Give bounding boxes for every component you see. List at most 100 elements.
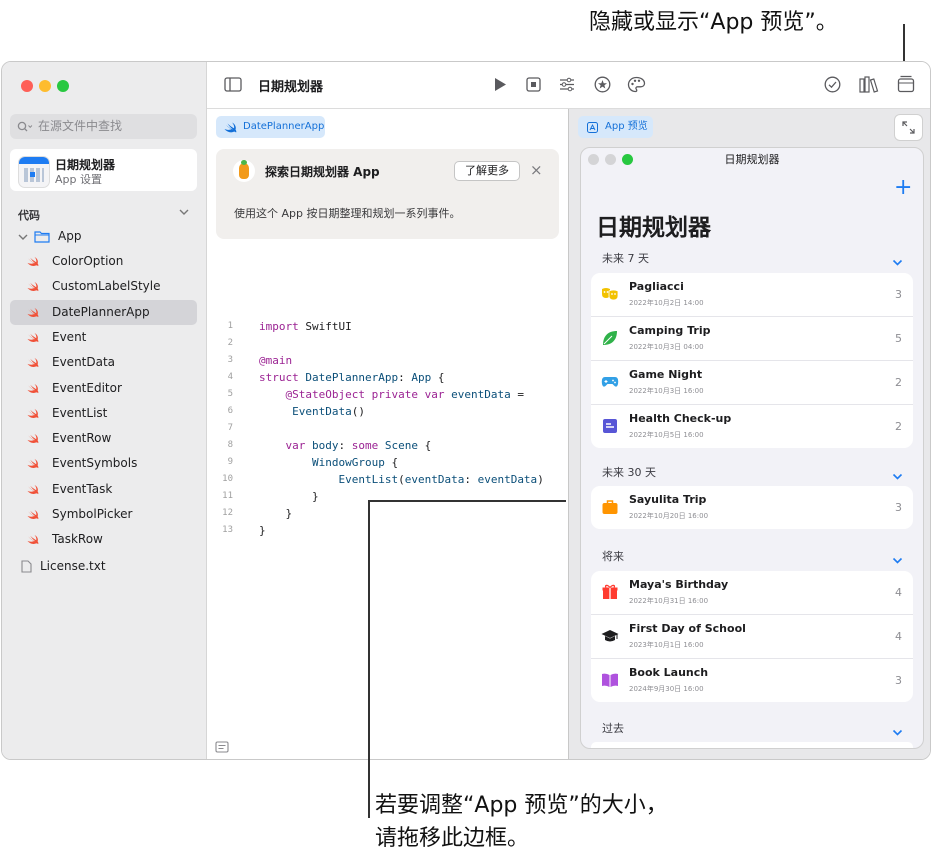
- swift-icon: [224, 122, 237, 133]
- chevron-down-icon: [892, 557, 903, 564]
- file-row-eventrow[interactable]: EventRow: [10, 426, 197, 451]
- swift-file-icon: [27, 282, 39, 292]
- file-row-eventlist[interactable]: EventList: [10, 401, 197, 426]
- event-row[interactable]: Book Launch 2024年9月30日 16:00 3: [591, 658, 913, 702]
- file-row-license[interactable]: License.txt: [10, 554, 197, 579]
- event-row[interactable]: Health Check-up 2022年10月5日 16:00 2: [591, 404, 913, 448]
- folder-icon: [34, 231, 50, 243]
- event-title: Maya's Birthday: [629, 578, 729, 591]
- preview-heading: 日期规划器: [596, 215, 711, 241]
- toggle-app-preview-icon[interactable]: [897, 75, 915, 93]
- event-date: 2022年10月3日 04:00: [629, 343, 704, 351]
- section-label-code: 代码: [18, 209, 40, 222]
- event-row[interactable]: Maya's Birthday 2022年10月31日 16:00 4: [591, 571, 913, 614]
- preview-tab-label: App 预览: [605, 121, 648, 132]
- close-banner-icon[interactable]: ×: [530, 161, 543, 179]
- window-close-button[interactable]: [21, 80, 33, 92]
- file-row-eventtask[interactable]: EventTask: [10, 477, 197, 502]
- callout-resize-line2: 请拖移此边框。: [375, 826, 530, 851]
- event-date: 2022年10月5日 16:00: [629, 431, 704, 439]
- file-row-eventdata[interactable]: EventData: [10, 350, 197, 375]
- file-row-symbolpicker[interactable]: SymbolPicker: [10, 502, 197, 527]
- line-number: 10: [222, 474, 233, 484]
- event-row[interactable]: Pagliacci 2022年10月2日 14:00 3: [591, 273, 913, 316]
- stop-icon[interactable]: [526, 77, 541, 92]
- line-number: 11: [222, 491, 233, 501]
- play-icon[interactable]: [493, 77, 507, 92]
- event-title: Health Check-up: [629, 412, 732, 425]
- file-label: CustomLabelStyle: [52, 279, 161, 294]
- event-group: Maya's Birthday 2022年10月31日 16:00 4 First D…: [591, 571, 913, 702]
- event-title: Sayulita Trip: [629, 493, 707, 506]
- window-zoom-button[interactable]: [57, 80, 69, 92]
- event-row[interactable]: Camping Trip 2022年10月3日 04:00 5: [591, 316, 913, 360]
- expand-preview-button[interactable]: [894, 114, 923, 141]
- event-row[interactable]: First Day of School 2023年10月1日 16:00 4: [591, 614, 913, 658]
- event-date: 2022年10月3日 16:00: [629, 387, 704, 395]
- chevron-down-icon: [892, 729, 903, 736]
- event-row[interactable]: Game Night 2022年10月3日 16:00 2: [591, 360, 913, 404]
- toolbar-title: 日期规划器: [258, 80, 324, 95]
- line-number: 9: [227, 457, 233, 467]
- chevron-down-icon[interactable]: [179, 208, 189, 216]
- window-minimize-button[interactable]: [39, 80, 51, 92]
- app-preview-pane: App 预览 日期规划器 + 日期规划器 未来 7 天 Pagliacci 2022…: [569, 109, 930, 759]
- folder-row-app[interactable]: App: [10, 224, 197, 249]
- file-row-taskrow[interactable]: TaskRow: [10, 527, 197, 552]
- file-label: EventEditor: [52, 380, 122, 395]
- preview-tab[interactable]: App 预览: [578, 116, 653, 138]
- file-row-event[interactable]: Event: [10, 325, 197, 350]
- group-header: 过去: [602, 722, 624, 735]
- sidebar-toggle-icon[interactable]: [224, 77, 242, 92]
- leaf-icon: [603, 331, 617, 345]
- sliders-icon[interactable]: [559, 77, 575, 92]
- group-collapse-chevron-icon[interactable]: [892, 550, 903, 569]
- callout-toggle-preview: 隐藏或显示“App 预览”。: [589, 10, 838, 35]
- event-date: 2022年10月20日 16:00: [629, 512, 709, 520]
- app-settings-card[interactable]: 日期规划器 App 设置: [10, 149, 197, 191]
- line-number-gutter: 1 2 3 4 5 6 7 8 9 10 11 12 13: [209, 318, 233, 539]
- search-placeholder: 在源文件中查找: [38, 119, 123, 133]
- chevron-down-icon: [892, 259, 903, 266]
- minimap-toggle-icon[interactable]: [215, 741, 229, 753]
- learn-more-button[interactable]: 了解更多: [454, 161, 520, 181]
- explore-banner: 探索日期规划器 App 了解更多 × 使用这个 App 按日期整理和规划一系列事…: [216, 149, 559, 239]
- file-label: EventList: [52, 405, 108, 420]
- checkmark-circle-icon[interactable]: [824, 76, 841, 93]
- group-collapse-chevron-icon[interactable]: [892, 252, 903, 271]
- add-event-button[interactable]: +: [894, 175, 912, 201]
- line-number: 7: [227, 423, 233, 433]
- library-icon[interactable]: [859, 76, 879, 93]
- editor-tab[interactable]: DatePlannerApp: [216, 116, 325, 138]
- document-icon: [21, 560, 32, 573]
- file-row-coloroption[interactable]: ColorOption: [10, 249, 197, 274]
- event-title: Book Launch: [629, 666, 709, 679]
- disclosure-chevron-icon[interactable]: [18, 233, 28, 241]
- event-row[interactable]: Sayulita Trip 2022年10月20日 16:00 3: [591, 486, 913, 529]
- event-task-count: 3: [895, 501, 902, 514]
- group-collapse-chevron-icon[interactable]: [892, 466, 903, 485]
- file-label: License.txt: [40, 559, 106, 573]
- file-row-customlabelstyle[interactable]: CustomLabelStyle: [10, 274, 197, 299]
- swift-file-icon: [27, 509, 39, 520]
- file-row-dateplannerapp[interactable]: DatePlannerApp: [10, 299, 197, 325]
- palette-icon[interactable]: [627, 76, 646, 93]
- suitcase-icon: [602, 500, 618, 514]
- xcode-window: 在源文件中查找 日期规划器 App 设置 代码 App ColorOption C…: [1, 61, 931, 760]
- toolbar: 日期规划器: [207, 62, 930, 109]
- group-header: 未来 30 天: [602, 466, 656, 479]
- callout-leader-bottom-horizontal: [368, 500, 566, 502]
- star-circle-icon[interactable]: [594, 76, 611, 93]
- file-row-eventsymbols[interactable]: EventSymbols: [10, 451, 197, 476]
- file-row-eventeditor[interactable]: EventEditor: [10, 376, 197, 401]
- banner-body: 使用这个 App 按日期整理和规划一系列事件。: [234, 207, 461, 220]
- swift-file-icon: [27, 256, 39, 267]
- event-task-count: 2: [895, 376, 902, 389]
- line-number: 8: [227, 440, 233, 450]
- line-number: 1: [227, 321, 233, 331]
- line-number: 12: [222, 508, 233, 518]
- search-field[interactable]: 在源文件中查找: [10, 114, 197, 139]
- code-text[interactable]: import SwiftUI @main struct DatePlannerA…: [259, 318, 544, 539]
- group-header: 未来 7 天: [602, 252, 649, 265]
- group-collapse-chevron-icon[interactable]: [892, 722, 903, 741]
